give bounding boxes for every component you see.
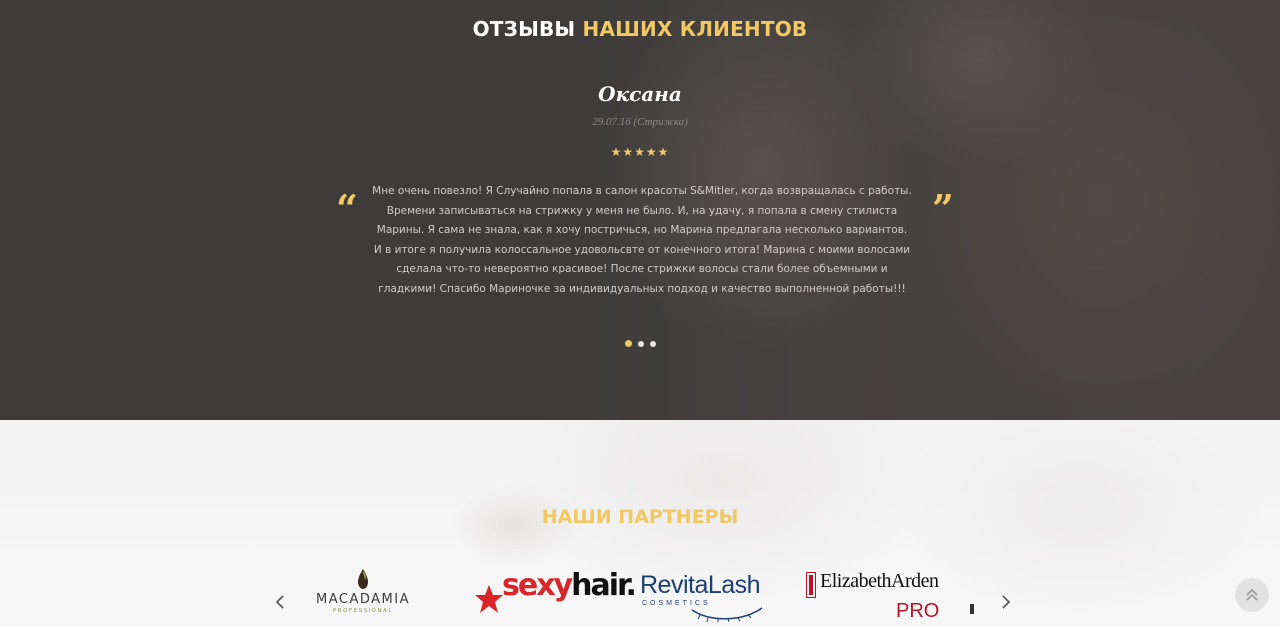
- macadamia-drop-icon: [358, 569, 368, 589]
- reviews-title-white: ОТЗЫВЫ: [472, 17, 576, 41]
- partner-logo-elizabeth-arden[interactable]: ElizabethArden PRO: [806, 568, 940, 627]
- review-dot-1[interactable]: [624, 340, 632, 347]
- partners-next-button[interactable]: [996, 590, 1016, 614]
- review-pagination: [0, 340, 1280, 347]
- elizabeth-arden-pro: PRO: [896, 600, 940, 622]
- double-chevron-up-icon: [1246, 588, 1258, 601]
- chevron-right-icon: [1002, 595, 1011, 609]
- review-author-name: Оксана: [598, 82, 682, 106]
- review-dot-3[interactable]: [649, 341, 656, 347]
- partner-logo-sexyhair[interactable]: sexyhair.: [474, 566, 637, 626]
- review-date-service: 29.07.16 (Стрижка): [592, 116, 688, 128]
- macadamia-sub: PROFESSIONAL: [333, 608, 393, 614]
- star-icon: [475, 585, 503, 613]
- partners-prev-button[interactable]: [270, 590, 290, 614]
- sexyhair-wordmark: sexyhair.: [502, 568, 637, 603]
- partners-section: НАШИ ПАРТНЕРЫ MACADAMIA PROFESSIONAL sex…: [0, 420, 1280, 627]
- chevron-left-icon: [275, 595, 284, 609]
- partner-logo-partial[interactable]: [970, 604, 974, 614]
- review-dot-2[interactable]: [637, 341, 644, 347]
- close-quote-icon: ”: [932, 186, 954, 231]
- scroll-to-top-button[interactable]: [1235, 578, 1269, 612]
- lash-swoosh-icon: [691, 607, 763, 622]
- reviews-title: ОТЗЫВЫ НАШИХ КЛИЕНТОВ: [0, 16, 1280, 42]
- partners-title: НАШИ ПАРТНЕРЫ: [541, 506, 739, 528]
- partner-logo-macadamia[interactable]: MACADAMIA PROFESSIONAL: [308, 568, 418, 627]
- partner-logo-revitalash[interactable]: RevitaLash COSMETICS: [640, 572, 770, 627]
- open-quote-icon: “: [336, 186, 358, 231]
- review-rating-stars: ★★★★★: [610, 145, 670, 159]
- review-text: Мне очень повезло! Я Случайно попала в с…: [372, 185, 912, 295]
- macadamia-name: MACADAMIA: [316, 592, 410, 607]
- reviews-section: ОТЗЫВЫ НАШИХ КЛИЕНТОВ Оксана 29.07.16 (С…: [0, 0, 1280, 420]
- reviews-title-yellow: НАШИХ КЛИЕНТОВ: [582, 17, 808, 41]
- revitalash-name: RevitaLash: [640, 571, 761, 599]
- elizabeth-arden-name: ElizabethArden: [820, 570, 939, 592]
- elizabeth-arden-emblem-icon: [806, 572, 816, 598]
